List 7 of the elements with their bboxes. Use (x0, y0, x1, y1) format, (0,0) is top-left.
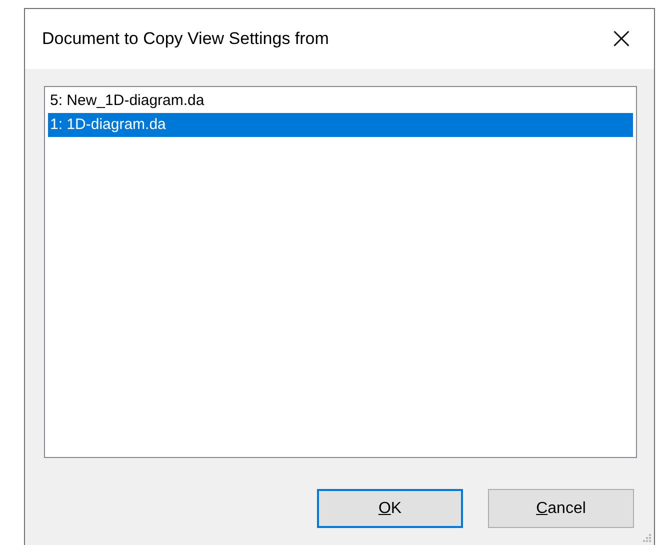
close-button[interactable]: × (602, 24, 640, 54)
window-title: Document to Copy View Settings from (42, 29, 329, 49)
default-button[interactable]: OK (317, 489, 463, 528)
list-item[interactable]: 5: New_1D-diagram.da (48, 89, 633, 113)
resize-grip-icon[interactable] (642, 533, 652, 543)
dialog-button[interactable]: Cancel (488, 489, 634, 528)
list-item[interactable]: 1: 1D-diagram.da (48, 113, 633, 137)
